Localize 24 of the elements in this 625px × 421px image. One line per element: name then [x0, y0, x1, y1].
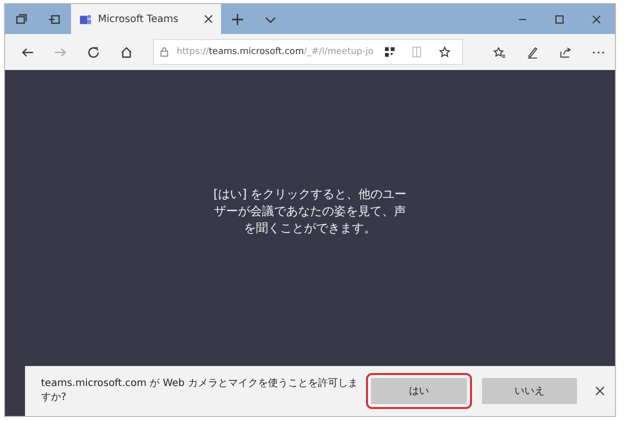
close-icon[interactable]: [592, 14, 601, 24]
lock-icon: [160, 47, 169, 57]
close-tab-icon[interactable]: [204, 14, 213, 24]
qr-code-icon[interactable]: [384, 46, 396, 58]
url-text: https://teams.microsoft.com/_#/l/meetup-jo: [176, 47, 374, 57]
permission-prompt: teams.microsoft.com が Web カメラとマイクを使うことを許可しますか?: [41, 377, 358, 405]
prompt-button[interactable]: はい: [370, 378, 467, 404]
tabs-icon[interactable]: [15, 12, 28, 26]
pen-icon[interactable]: [526, 46, 539, 58]
home-icon[interactable]: [120, 46, 133, 58]
address-bar[interactable]: https://teams.microsoft.com/_#/l/meetup-jo: [153, 39, 463, 65]
share-icon[interactable]: [559, 46, 572, 58]
back-icon[interactable]: [21, 46, 34, 58]
back-tab-icon[interactable]: [48, 12, 61, 26]
prompt-button[interactable]: いいえ: [482, 378, 578, 404]
maximize-icon[interactable]: [555, 14, 564, 24]
star-icon[interactable]: [438, 46, 450, 58]
browser-tab[interactable]: Microsoft Teams: [71, 4, 221, 34]
teams-logo-icon: [79, 12, 92, 26]
favorites-icon[interactable]: [493, 46, 506, 58]
new-tab-icon[interactable]: [231, 12, 244, 26]
close-icon[interactable]: [595, 386, 605, 396]
refresh-icon[interactable]: [87, 46, 100, 58]
permission-message: [はい] をクリックすると、他のユーザーが会議であなたの姿を見て、声を聞くことができます。: [212, 186, 408, 237]
